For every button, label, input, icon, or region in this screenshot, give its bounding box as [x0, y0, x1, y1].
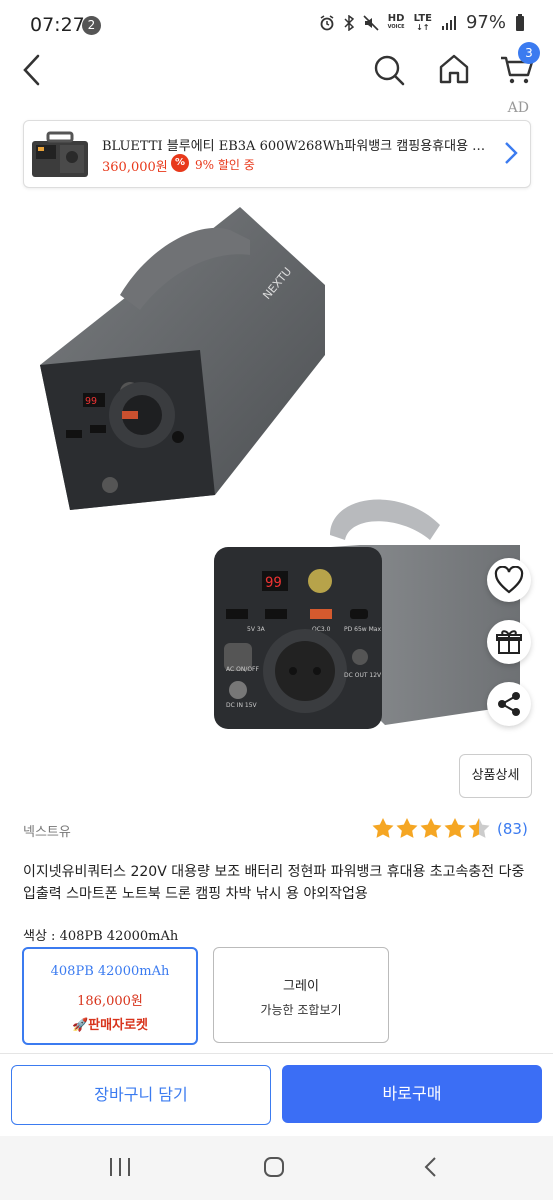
recent-apps-icon[interactable]	[108, 1157, 132, 1177]
ad-price: 360,000원	[102, 160, 168, 175]
selected-color-label: 색상 : 408PB 42000mAh	[23, 929, 179, 944]
add-to-cart-button[interactable]: 장바구니 담기	[11, 1065, 271, 1125]
battery-icon	[516, 13, 524, 31]
share-button[interactable]	[487, 682, 531, 726]
ad-discount: 9% 할인 중	[195, 158, 255, 172]
discount-icon: %	[171, 154, 189, 172]
mute-icon	[363, 14, 379, 31]
alarm-icon	[320, 14, 334, 30]
wishlist-button[interactable]	[487, 558, 531, 602]
battery-percentage: 97%	[465, 12, 506, 33]
rating-stars[interactable]	[371, 817, 491, 839]
svg-text:DC OUT 12V: DC OUT 12V	[344, 672, 382, 679]
product-title: 이지넷유비쿼터스 220V 대용량 보조 배터리 정현파 파워뱅크 휴대용 초고…	[23, 864, 525, 902]
product-device-angled: NEXTU 99	[40, 207, 325, 510]
share-icon	[498, 692, 520, 716]
svg-text:PD 65w Max: PD 65w Max	[344, 626, 381, 633]
product-image[interactable]: NEXTU 99 99 5V 3A QC3.0 PD 65w Max AC ON…	[0, 195, 553, 745]
heart-icon	[494, 566, 524, 594]
clock: 07:27	[30, 14, 85, 36]
ad-thumbnail	[32, 131, 88, 177]
review-count[interactable]: (83)	[497, 820, 528, 838]
svg-text:99: 99	[85, 396, 97, 407]
cart-count-badge: 3	[518, 42, 540, 64]
notification-count-badge: 2	[82, 16, 101, 35]
chevron-right-icon	[505, 142, 518, 164]
option-combination-link: 가능한 조합보기	[260, 1003, 342, 1017]
home-nav-icon[interactable]	[263, 1156, 285, 1178]
bluetooth-icon	[344, 14, 354, 31]
svg-text:AC ON/OFF: AC ON/OFF	[226, 666, 260, 673]
brand-name[interactable]: 넥스트유	[23, 821, 71, 840]
star-icon	[468, 818, 490, 838]
signal-icon	[441, 15, 456, 30]
star-icon	[444, 818, 466, 838]
option-price: 186,000원	[77, 994, 143, 1009]
option-408pb[interactable]: 408PB 42000mAh 186,000원 🚀판매자로켓	[22, 947, 198, 1045]
seller-rocket-badge: 🚀판매자로켓	[72, 1018, 148, 1033]
svg-text:5V 3A: 5V 3A	[247, 626, 266, 633]
hd-voice-indicator: HD VOICE	[387, 12, 405, 30]
status-icons: HD VOICE LTE ↓↑ 97%	[319, 12, 525, 33]
buy-now-button[interactable]: 바로구매	[282, 1065, 542, 1123]
star-icon	[420, 818, 442, 838]
back-nav-icon[interactable]	[423, 1156, 437, 1178]
lte-indicator: LTE ↓↑	[413, 12, 432, 32]
product-detail-button[interactable]: 상품상세	[459, 754, 532, 798]
gift-button[interactable]	[487, 620, 531, 664]
product-device-front: 99 5V 3A QC3.0 PD 65w Max AC ON/OFF DC O…	[214, 499, 520, 729]
back-icon[interactable]	[22, 54, 42, 86]
search-icon[interactable]	[373, 54, 405, 86]
ad-label: AD	[507, 100, 529, 116]
gift-icon	[496, 630, 522, 654]
ad-banner[interactable]: BLUETTI 블루에티 EB3A 600W268Wh파워뱅크 캠핑용휴대용 ……	[23, 120, 531, 188]
svg-text:99: 99	[265, 575, 282, 591]
option-name: 408PB 42000mAh	[50, 964, 170, 979]
option-gray[interactable]: 그레이 가능한 조합보기	[213, 947, 389, 1043]
svg-text:DC IN 15V: DC IN 15V	[226, 702, 258, 709]
home-icon[interactable]	[438, 53, 470, 85]
ad-title: BLUETTI 블루에티 EB3A 600W268Wh파워뱅크 캠핑용휴대용 …	[102, 139, 486, 154]
star-icon	[396, 818, 418, 838]
star-icon	[372, 818, 394, 838]
option-name: 그레이	[283, 979, 319, 994]
